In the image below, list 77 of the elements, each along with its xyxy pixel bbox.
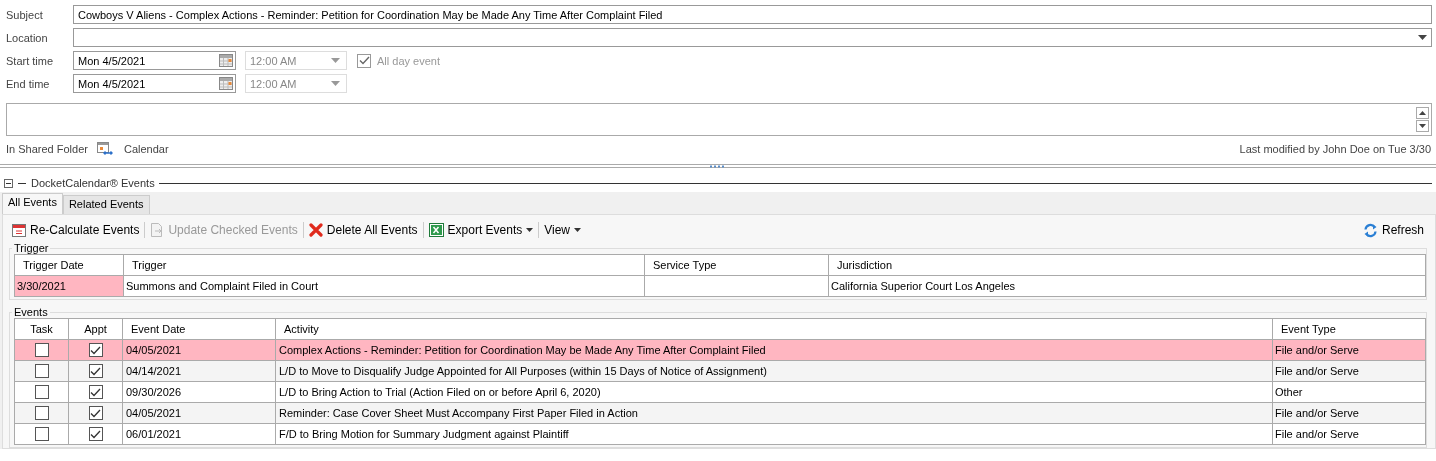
- notes-field[interactable]: [6, 103, 1432, 136]
- table-cell: Summons and Complaint Filed in Court: [123, 275, 645, 297]
- delete-icon: [308, 223, 323, 237]
- toolbar-button[interactable]: Export Events: [425, 221, 537, 239]
- checkbox[interactable]: [34, 406, 49, 421]
- table-cell: L/D to Bring Action to Trial (Action Filed on or before April 6, 2020): [279, 386, 601, 398]
- field-label: Start time: [6, 54, 55, 67]
- location-field[interactable]: [73, 28, 1432, 47]
- column-header[interactable]: Event Type: [1272, 318, 1426, 340]
- table-cell: 04/14/2021: [126, 365, 182, 377]
- table-cell: 06/01/2021: [126, 428, 182, 440]
- column-header[interactable]: Jurisdiction: [828, 254, 1426, 276]
- table-cell: Other: [1275, 386, 1303, 398]
- column-header[interactable]: Service Type: [644, 254, 829, 276]
- shared-calendar-icon: [96, 142, 113, 156]
- toolbar-button[interactable]: Delete All Events: [305, 221, 421, 239]
- last-modified-text: Last modified by John Doe on Tue 3/30: [1239, 143, 1431, 155]
- column-header[interactable]: Activity: [275, 318, 1273, 340]
- calendar-icon[interactable]: [219, 54, 233, 67]
- table-cell: F/D to Bring Motion for Summary Judgment against Plaintiff: [279, 428, 569, 440]
- folder-name: Calendar: [123, 143, 169, 155]
- up-arrow-icon: [1419, 111, 1426, 115]
- table-cell: File and/or Serve: [1275, 365, 1359, 377]
- calendar-icon[interactable]: [219, 77, 233, 90]
- table-cell: File and/or Serve: [1275, 344, 1359, 356]
- checkbox[interactable]: [34, 343, 49, 358]
- dropdown-arrow-icon[interactable]: [1418, 35, 1427, 40]
- field-label: End time: [6, 77, 51, 90]
- time-dropdown[interactable]: 12:00 AM: [245, 51, 347, 70]
- checkbox-label: All day event: [377, 54, 440, 67]
- time-dropdown[interactable]: 12:00 AM: [245, 74, 347, 93]
- table-cell: 09/30/2026: [126, 386, 182, 398]
- date-field[interactable]: Mon 4/5/2021: [73, 51, 236, 70]
- column-header[interactable]: Trigger: [123, 254, 645, 276]
- group-title: Trigger: [13, 242, 50, 254]
- table-cell: Reminder: Case Cover Sheet Must Accompany First Paper Filed in Action: [279, 407, 638, 419]
- table-cell: File and/or Serve: [1275, 407, 1359, 419]
- column-header[interactable]: Appt: [68, 318, 123, 340]
- shared-folder-label: In Shared Folder: [6, 143, 88, 155]
- spreadsheet-icon: [428, 223, 444, 237]
- column-header[interactable]: Event Date: [122, 318, 276, 340]
- date-field[interactable]: Mon 4/5/2021: [73, 74, 236, 93]
- checkbox[interactable]: [88, 343, 103, 358]
- scroll-up-button[interactable]: [1416, 107, 1429, 119]
- column-header[interactable]: Trigger Date: [14, 254, 124, 276]
- checkbox[interactable]: [88, 385, 103, 400]
- table-cell: L/D to Move to Disqualify Judge Appointed for All Purposes (within 15 Days of Notice of Assignment): [279, 365, 767, 377]
- checkbox[interactable]: [88, 427, 103, 442]
- field-label: Location: [6, 31, 49, 44]
- scroll-down-button[interactable]: [1416, 120, 1429, 132]
- down-arrow-icon: [1419, 124, 1426, 128]
- table-cell: 3/30/2021: [14, 275, 124, 297]
- refresh-button[interactable]: Refresh: [1359, 220, 1427, 240]
- splitter-grip-icon[interactable]: [709, 164, 727, 168]
- table-cell: File and/or Serve: [1275, 428, 1359, 440]
- checkbox[interactable]: [34, 427, 49, 442]
- tab[interactable]: All Events: [2, 193, 63, 214]
- toolbar-button[interactable]: Re-Calculate Events: [9, 221, 143, 239]
- table-cell: 04/05/2021: [126, 407, 182, 419]
- column-header[interactable]: Task: [14, 318, 69, 340]
- checkbox[interactable]: [88, 406, 103, 421]
- subject-field[interactable]: Cowboys V Aliens - Complex Actions - Reminder: Petition for Coordination May be Made Any Time After Complaint Filed: [73, 5, 1432, 24]
- table-cell: Complex Actions - Reminder: Petition for Coordination May be Made Any Time After Complaint Filed: [279, 344, 766, 356]
- table-cell: 04/05/2021: [126, 344, 182, 356]
- calendar-icon: [12, 223, 26, 237]
- checkbox[interactable]: [88, 364, 103, 379]
- collapse-toggle[interactable]: [4, 178, 13, 188]
- document-arrow-icon: [150, 223, 165, 237]
- table-cell: California Superior Court Los Angeles: [828, 275, 1426, 297]
- refresh-icon: [1362, 222, 1378, 238]
- section-title: DocketCalendar® Events: [31, 177, 155, 189]
- checkbox[interactable]: [34, 385, 49, 400]
- group-title: Events: [13, 306, 49, 318]
- field-label: Subject: [6, 8, 44, 21]
- toolbar-button[interactable]: View: [541, 221, 585, 239]
- tab[interactable]: Related Events: [62, 195, 150, 214]
- checkbox[interactable]: [34, 364, 49, 379]
